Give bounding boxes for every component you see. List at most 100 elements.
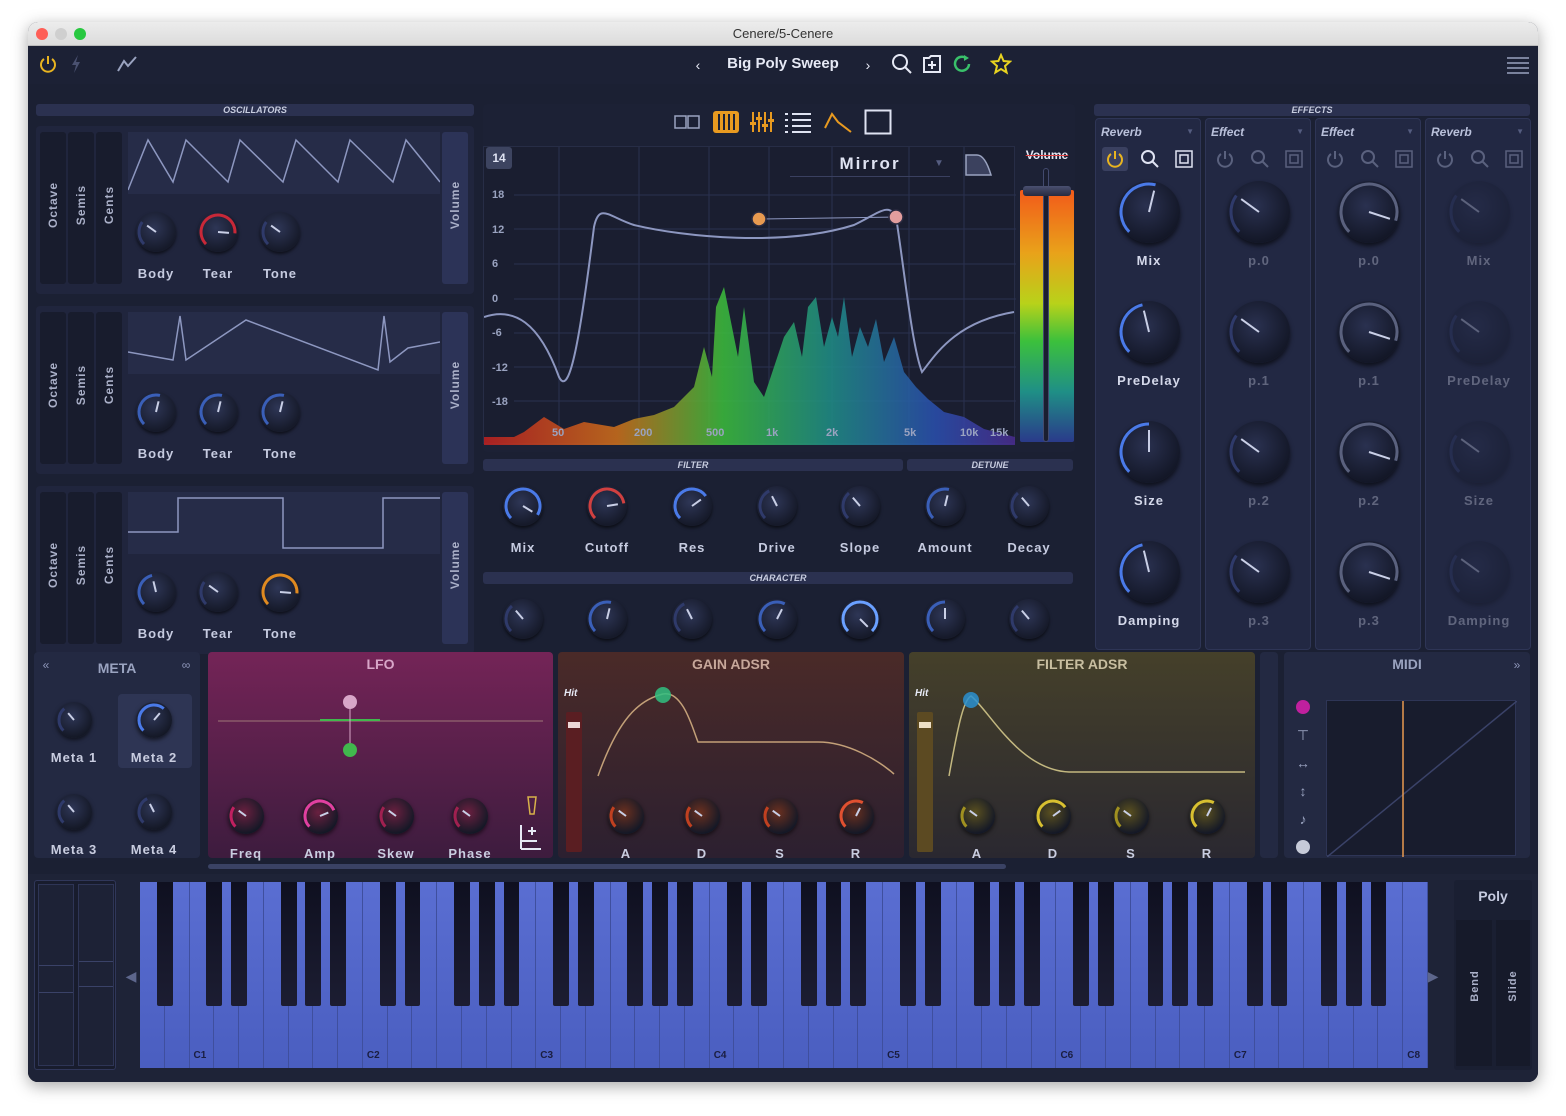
- add-lfo-icon[interactable]: [516, 822, 544, 852]
- black-key[interactable]: [1271, 882, 1288, 1006]
- black-key[interactable]: [454, 882, 470, 1006]
- black-key[interactable]: [974, 882, 991, 1006]
- osc-tear-knob[interactable]: [198, 572, 238, 612]
- effect-param-knob[interactable]: [1228, 301, 1290, 363]
- filter-shape-icon[interactable]: [964, 151, 1000, 177]
- vertical-arrows-icon[interactable]: ↕: [1292, 780, 1314, 802]
- filter-mode-select[interactable]: Mirror: [790, 151, 950, 177]
- meta-3-knob[interactable]: [56, 794, 92, 830]
- black-key[interactable]: [379, 882, 396, 1006]
- list-view-icon[interactable]: [783, 108, 813, 136]
- osc-tone-knob[interactable]: [260, 212, 300, 252]
- d-knob[interactable]: [1035, 798, 1071, 834]
- oversample-badge[interactable]: 14: [486, 147, 512, 169]
- decay-knob[interactable]: [1009, 486, 1049, 526]
- power-icon[interactable]: [1432, 147, 1458, 171]
- cutoff-knob[interactable]: [587, 486, 627, 526]
- effect-param-knob[interactable]: [1448, 541, 1510, 603]
- black-key[interactable]: [280, 882, 297, 1006]
- search-icon[interactable]: [1138, 147, 1162, 171]
- waveform-display[interactable]: [127, 312, 441, 374]
- menu-icon[interactable]: [1506, 54, 1530, 76]
- black-key[interactable]: [825, 882, 842, 1006]
- d-knob[interactable]: [684, 798, 720, 834]
- midi-source-dot[interactable]: [1296, 700, 1310, 714]
- r-knob[interactable]: [1189, 798, 1225, 834]
- effect-param-knob[interactable]: [1118, 181, 1180, 243]
- mix-knob[interactable]: [503, 486, 543, 526]
- s-knob[interactable]: [1113, 798, 1149, 834]
- black-key[interactable]: [1073, 882, 1090, 1006]
- res-knob[interactable]: [672, 486, 712, 526]
- black-key[interactable]: [156, 882, 173, 1006]
- a-knob[interactable]: [959, 798, 995, 834]
- effect-param-knob[interactable]: [1118, 301, 1180, 363]
- black-key[interactable]: [231, 882, 247, 1006]
- link-icon[interactable]: ∞: [178, 656, 194, 674]
- clarity-knob[interactable]: [757, 599, 797, 639]
- focus-knob[interactable]: [925, 599, 965, 639]
- mod-wheel[interactable]: [78, 884, 114, 1066]
- save-preset-icon[interactable]: [920, 51, 944, 77]
- waveform-display[interactable]: [127, 132, 441, 194]
- effect-type-select[interactable]: Effect: [1211, 125, 1244, 139]
- effect-type-select[interactable]: Reverb: [1431, 125, 1472, 139]
- effect-param-knob[interactable]: [1338, 421, 1400, 483]
- chevron-down-icon[interactable]: ▼: [932, 155, 946, 171]
- search-icon[interactable]: [1468, 147, 1492, 171]
- chevron-down-icon[interactable]: ▼: [1186, 127, 1194, 136]
- black-key[interactable]: [503, 882, 520, 1006]
- black-key[interactable]: [1320, 882, 1337, 1006]
- gain-level-meter[interactable]: [566, 712, 582, 852]
- effect-type-select[interactable]: Reverb: [1101, 125, 1142, 139]
- black-key[interactable]: [1147, 882, 1164, 1006]
- search-icon[interactable]: [1358, 147, 1382, 171]
- osc-tone-knob[interactable]: [260, 572, 300, 612]
- osc-body-knob[interactable]: [136, 212, 176, 252]
- power-icon[interactable]: [1212, 147, 1238, 171]
- align-top-icon[interactable]: ⊤: [1292, 724, 1314, 746]
- expand-icon[interactable]: [1172, 147, 1196, 171]
- meta-2-knob[interactable]: [136, 702, 172, 738]
- black-key[interactable]: [330, 882, 347, 1006]
- black-key[interactable]: [404, 882, 421, 1006]
- filter-curve-view-icon[interactable]: [823, 108, 853, 136]
- octave-left-arrow[interactable]: ◀: [124, 966, 138, 986]
- expand-right-icon[interactable]: »: [1510, 658, 1524, 672]
- volume-meter[interactable]: Volume: [1019, 146, 1075, 444]
- expand-icon[interactable]: [1392, 147, 1416, 171]
- midi-curve-graph[interactable]: [1326, 700, 1518, 858]
- gravity-knob[interactable]: [672, 599, 712, 639]
- horizontal-arrows-icon[interactable]: ↔: [1292, 752, 1314, 774]
- midi-reset-dot[interactable]: [1296, 840, 1310, 854]
- waveform-display[interactable]: [128, 492, 440, 554]
- skew-knob[interactable]: [378, 798, 414, 834]
- expand-icon[interactable]: [1282, 147, 1306, 171]
- black-key[interactable]: [676, 882, 693, 1006]
- effect-param-knob[interactable]: [1448, 301, 1510, 363]
- amp-knob[interactable]: [302, 798, 338, 834]
- black-key[interactable]: [850, 882, 867, 1006]
- effect-param-knob[interactable]: [1448, 421, 1510, 483]
- pitch-wheel[interactable]: [38, 884, 74, 1066]
- black-key[interactable]: [1197, 882, 1213, 1006]
- freq-knob[interactable]: [228, 798, 264, 834]
- keyboard-view-icon[interactable]: [711, 108, 741, 136]
- automation-icon[interactable]: [114, 52, 140, 76]
- black-key[interactable]: [577, 882, 594, 1006]
- effect-param-knob[interactable]: [1338, 301, 1400, 363]
- chevron-down-icon[interactable]: ▼: [1516, 127, 1524, 136]
- stack-knob[interactable]: [503, 599, 543, 639]
- effect-param-knob[interactable]: [1338, 181, 1400, 243]
- r-knob[interactable]: [838, 798, 874, 834]
- spectrum-graph[interactable]: 18 12 6 0 -6 -12 -18 50 200 500 1k 2k 5k 10k 15k 14 M…: [483, 146, 1016, 445]
- a-knob[interactable]: [608, 798, 644, 834]
- piano-keyboard[interactable]: C1 C2 C3 C4 C5 C6 C7 C8: [140, 882, 1428, 1068]
- white-key[interactable]: [1403, 882, 1428, 1068]
- favorite-star-icon[interactable]: [988, 51, 1014, 77]
- osc-tear-knob[interactable]: [198, 392, 238, 432]
- meta-4-knob[interactable]: [136, 794, 172, 830]
- effect-param-knob[interactable]: [1118, 541, 1180, 603]
- osc-tone-knob[interactable]: [260, 392, 300, 432]
- bolt-icon[interactable]: [66, 52, 86, 76]
